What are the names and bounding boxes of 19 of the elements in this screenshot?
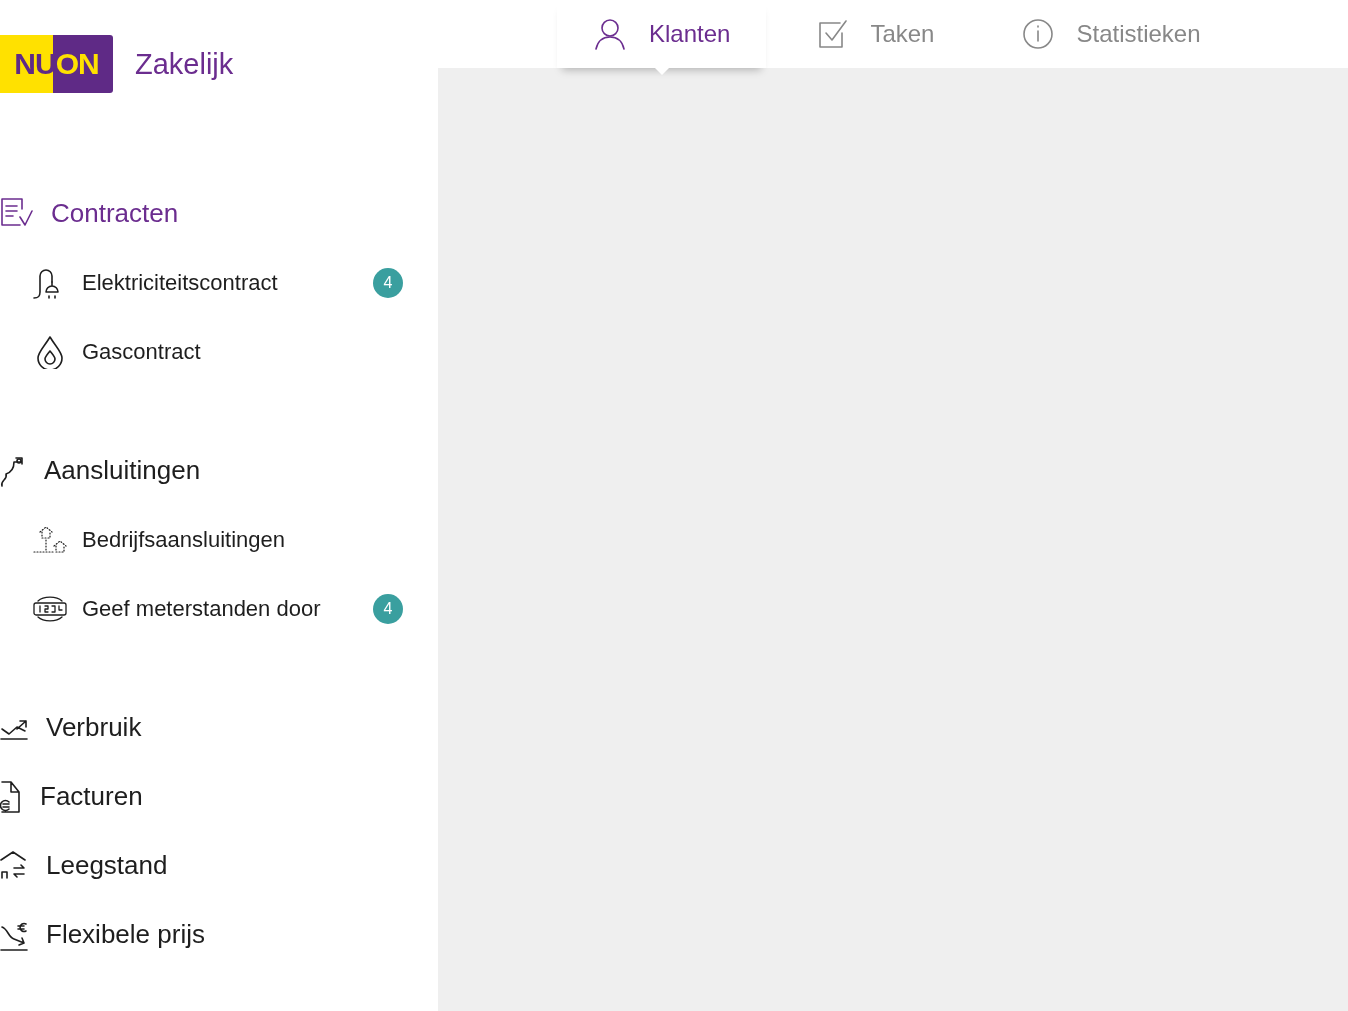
nav-subitem[interactable]: Geef meterstanden door bbox=[32, 592, 321, 625]
brand-title: Zakelijk bbox=[135, 47, 234, 81]
nav-item[interactable]: Contracten bbox=[0, 197, 179, 230]
person-icon bbox=[593, 17, 627, 51]
nav-item[interactable]: Leegstand bbox=[0, 849, 168, 882]
invoice-icon bbox=[0, 779, 22, 814]
nav-item[interactable]: Aansluitingen bbox=[0, 453, 201, 488]
nav-item[interactable]: Verbruik bbox=[0, 712, 142, 743]
house-arrows-icon bbox=[0, 849, 28, 882]
info-icon bbox=[1022, 18, 1055, 50]
checkbox-icon bbox=[818, 19, 849, 49]
count-badge: 4 bbox=[373, 267, 403, 298]
nav-item[interactable]: Flexibele prijs bbox=[0, 918, 205, 951]
count-badge: 4 bbox=[373, 593, 403, 624]
drop-icon bbox=[35, 334, 65, 369]
nav-subitem[interactable]: Elektriciteitscontract bbox=[32, 265, 278, 300]
nav-subitem[interactable]: Bedrijfsaansluitingen bbox=[32, 523, 286, 556]
nav-subitem[interactable]: Gascontract bbox=[32, 334, 201, 369]
nav-item[interactable]: Facturen bbox=[0, 779, 143, 814]
